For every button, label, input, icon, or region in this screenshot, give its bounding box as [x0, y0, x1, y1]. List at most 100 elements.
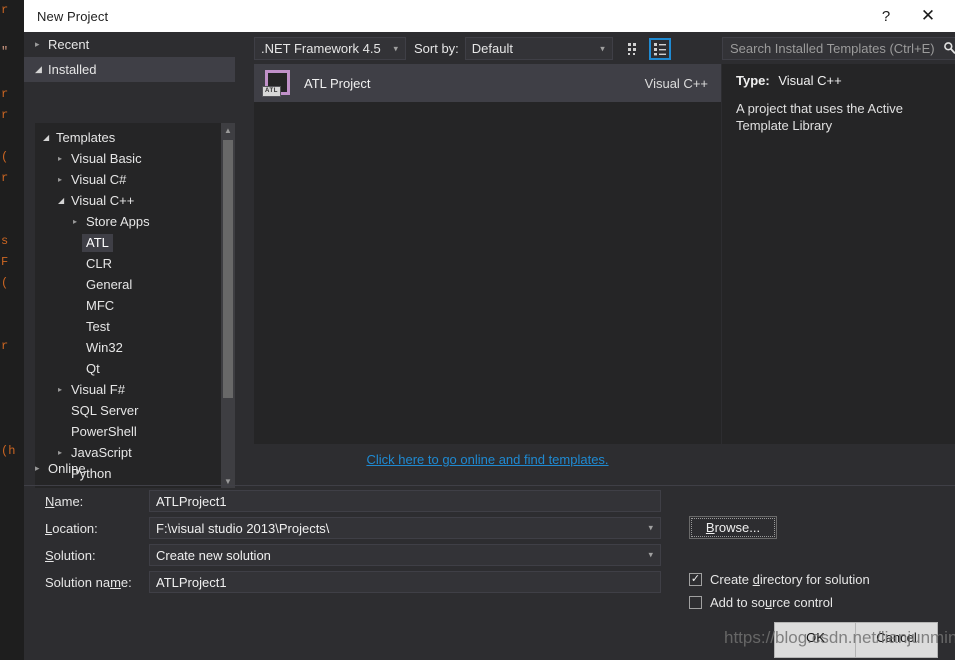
category-label: Online [48, 461, 86, 476]
background-code-editor: r " r r(r s F(r (h [0, 0, 24, 660]
tree-item-label: MFC [86, 298, 115, 313]
find-online-templates-link[interactable]: Click here to go online and find templat… [254, 452, 721, 467]
chevron-down-icon[interactable]: ◢ [58, 196, 71, 205]
category-label: Installed [48, 62, 97, 77]
list-view-button[interactable] [648, 37, 671, 60]
search-icon[interactable] [943, 41, 955, 57]
window-title: New Project [37, 8, 109, 24]
list-view-icon [653, 42, 666, 55]
name-input[interactable]: ATLProject1 [149, 490, 661, 512]
chevron-down-icon[interactable]: ▾ [648, 523, 653, 534]
location-input[interactable]: F:\visual studio 2013\Projects\ ▾ [149, 517, 661, 539]
tree-item-store-apps[interactable]: ▸ Store Apps [35, 211, 221, 232]
name-label: Name: [45, 493, 84, 509]
create-directory-checkbox-row[interactable]: ✓ Create directory for solution [689, 572, 870, 587]
tree-item-general[interactable]: General [35, 274, 221, 295]
tree-item-visual-f[interactable]: ▸ Visual F# [35, 379, 221, 400]
chevron-down-icon[interactable]: ▾ [648, 550, 653, 561]
framework-dropdown[interactable]: .NET Framework 4.5 ▾ [254, 37, 406, 60]
category-item-online[interactable]: ▸ Online [24, 456, 235, 481]
checkbox-unchecked-icon[interactable] [689, 596, 702, 609]
tree-item-powershell[interactable]: PowerShell [35, 421, 221, 442]
add-source-control-label: Add to source control [710, 595, 833, 610]
chevron-right-icon[interactable]: ▸ [58, 154, 71, 163]
code-line: s [1, 234, 9, 248]
tree-item-label: Templates [56, 130, 116, 145]
template-list-item-atl[interactable]: ATL ATL Project Visual C++ [254, 64, 721, 102]
chevron-right-icon: ▸ [35, 463, 40, 473]
tree-item-qt[interactable]: Qt [35, 358, 221, 379]
solution-value: Create new solution [156, 547, 271, 563]
tree-item-clr[interactable]: CLR [35, 253, 221, 274]
atl-icon-badge: ATL [262, 86, 282, 97]
code-line: (h [1, 444, 16, 458]
category-item-recent[interactable]: ▸ Recent [24, 32, 235, 57]
bottom-divider [24, 485, 955, 486]
tree-item-label: Visual Basic [71, 151, 142, 166]
solution-dropdown[interactable]: Create new solution ▾ [149, 544, 661, 566]
screen: r " r r(r s F(r (h New Project ? ✕ ▸ Recent ◢ … [0, 0, 955, 660]
location-row: Location: F:\visual studio 2013\Projects… [24, 517, 661, 539]
template-toolbar: .NET Framework 4.5 ▾ Sort by: Default ▾ [254, 37, 721, 60]
solution-name-value: ATLProject1 [156, 574, 227, 590]
help-button[interactable]: ? [865, 0, 907, 32]
tree-item-label: PowerShell [71, 424, 137, 439]
title-bar: New Project ? ✕ [24, 0, 955, 32]
tree-item-mfc[interactable]: MFC [35, 295, 221, 316]
tree-item-visual-c[interactable]: ▸ Visual C# [35, 169, 221, 190]
tree-item-label: Store Apps [86, 214, 150, 229]
tree-item-label: ATL [82, 233, 113, 252]
name-value: ATLProject1 [156, 493, 227, 509]
scroll-up-arrow-icon[interactable]: ▲ [221, 123, 235, 137]
ok-button[interactable]: OK [774, 622, 857, 658]
tree-item-visual-c[interactable]: ◢ Visual C++ [35, 190, 221, 211]
chevron-down-icon[interactable]: ◢ [43, 133, 56, 142]
chevron-right-icon[interactable]: ▸ [73, 217, 86, 226]
tree-item-label: Win32 [86, 340, 123, 355]
chevron-right-icon[interactable]: ▸ [58, 385, 71, 394]
search-templates-input[interactable]: Search Installed Templates (Ctrl+E) ▾ [722, 37, 955, 60]
tree-item-visual-basic[interactable]: ▸ Visual Basic [35, 148, 221, 169]
small-icons-view-button[interactable] [623, 38, 645, 60]
code-line: F [1, 255, 9, 269]
tree-item-label: General [86, 277, 133, 292]
atl-project-icon: ATL [262, 68, 292, 98]
chevron-down-icon: ◢ [35, 64, 42, 74]
browse-button[interactable]: Browse... [689, 516, 777, 539]
code-line: ( [1, 150, 9, 164]
tree-item-sql-server[interactable]: SQL Server [35, 400, 221, 421]
chevron-right-icon: ▸ [35, 39, 40, 49]
add-source-control-checkbox-row[interactable]: Add to source control [689, 595, 833, 610]
tree-item-label: Test [86, 319, 110, 334]
tree-item-win32[interactable]: Win32 [35, 337, 221, 358]
template-details-pane: Type: Visual C++ A project that uses the… [722, 64, 955, 444]
category-pane: ▸ Recent ◢ Installed ◢ Templates ▸ Visual B… [24, 32, 235, 488]
tree-item-test[interactable]: Test [35, 316, 221, 337]
scrollbar-thumb[interactable] [223, 140, 233, 398]
solution-name-input[interactable]: ATLProject1 [149, 571, 661, 593]
location-value: F:\visual studio 2013\Projects\ [156, 520, 330, 536]
chevron-right-icon[interactable]: ▸ [58, 175, 71, 184]
chevron-down-icon: ▾ [393, 43, 398, 53]
tree-item-templates[interactable]: ◢ Templates [35, 127, 221, 148]
details-type-label: Type: [736, 73, 770, 88]
close-icon[interactable]: ✕ [907, 0, 949, 32]
code-line: " [1, 45, 9, 59]
cancel-button[interactable]: Cancel [855, 622, 938, 658]
sort-by-dropdown[interactable]: Default ▾ [464, 37, 613, 60]
details-type-row: Type: Visual C++ [736, 73, 955, 88]
location-label: Location: [45, 520, 98, 536]
solution-name-label: Solution name: [45, 574, 132, 590]
search-placeholder: Search Installed Templates (Ctrl+E) [730, 41, 935, 56]
checkbox-checked-icon[interactable]: ✓ [689, 573, 702, 586]
category-item-installed[interactable]: ◢ Installed [24, 57, 235, 82]
tree-scrollbar[interactable]: ▲ ▼ [221, 123, 235, 488]
details-description: A project that uses the Active Template … [736, 101, 903, 133]
tree-item-atl[interactable]: ATL [35, 232, 221, 253]
